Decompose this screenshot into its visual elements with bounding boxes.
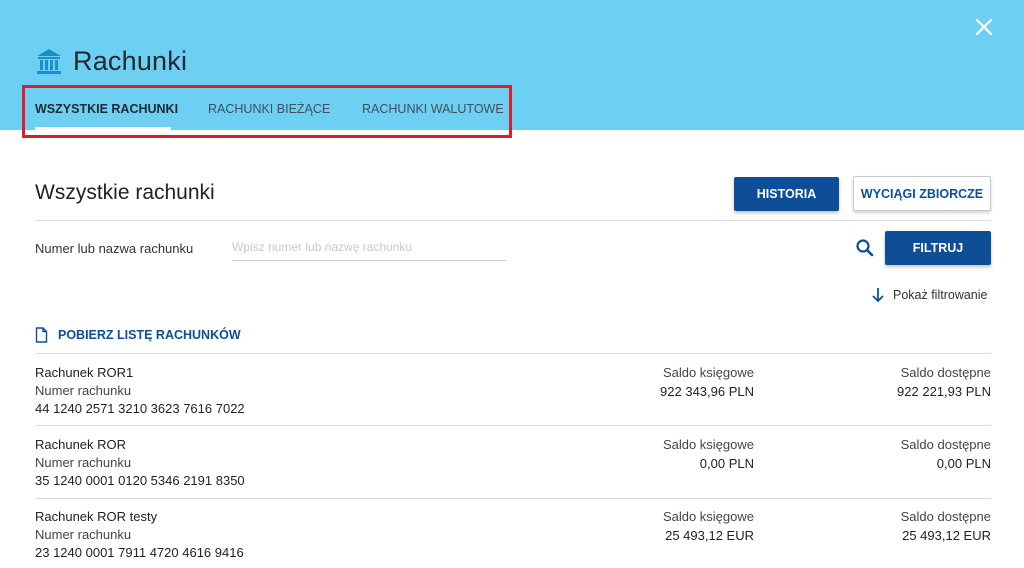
- close-button[interactable]: [971, 14, 997, 40]
- available-balance: Saldo dostępne 25 493,12 EUR: [791, 509, 991, 543]
- divider: [35, 353, 991, 354]
- available-balance: Saldo dostępne 0,00 PLN: [791, 437, 991, 471]
- available-balance-value: 25 493,12 EUR: [902, 528, 991, 543]
- bank-icon: [37, 49, 61, 74]
- show-filtering-label: Pokaż filtrowanie: [893, 288, 988, 302]
- account-row[interactable]: Rachunek ROR testy Numer rachunku 23 124…: [35, 509, 991, 568]
- book-balance: Saldo księgowe 0,00 PLN: [554, 437, 754, 471]
- account-number-label: Numer rachunku: [35, 527, 132, 542]
- statements-button[interactable]: WYCIĄGI ZBIORCZE: [853, 176, 991, 211]
- book-balance-label: Saldo księgowe: [662, 509, 754, 524]
- account-number-label: Numer rachunku: [35, 455, 132, 470]
- filter-button[interactable]: FILTRUJ: [885, 231, 991, 265]
- book-balance-value: 0,00 PLN: [699, 456, 754, 471]
- account-row[interactable]: Rachunek ROR1 Numer rachunku 44 1240 257…: [35, 365, 991, 437]
- download-list-link[interactable]: POBIERZ LISTĘ RACHUNKÓW: [35, 327, 241, 343]
- book-balance-label: Saldo księgowe: [662, 437, 754, 452]
- account-number: 35 1240 0001 0120 5346 2191 8350: [35, 473, 245, 488]
- account-number: 23 1240 0001 7911 4720 4616 9416: [35, 545, 244, 560]
- book-balance-label: Saldo księgowe: [662, 365, 754, 380]
- tab-current-accounts[interactable]: RACHUNKI BIEŻĄCE: [208, 102, 330, 116]
- available-balance-value: 922 221,93 PLN: [897, 384, 991, 399]
- book-balance: Saldo księgowe 25 493,12 EUR: [554, 509, 754, 543]
- filter-label: Numer lub nazwa rachunku: [35, 241, 194, 256]
- account-name: Rachunek ROR1: [35, 365, 134, 380]
- available-balance-label: Saldo dostępne: [900, 365, 991, 380]
- page-title: Rachunki: [35, 44, 187, 78]
- tab-currency-accounts[interactable]: RACHUNKI WALUTOWE: [362, 102, 504, 116]
- page-title-text: Rachunki: [73, 45, 188, 76]
- book-balance-value: 25 493,12 EUR: [665, 528, 754, 543]
- account-name: Rachunek ROR: [35, 437, 127, 452]
- account-number-label: Numer rachunku: [35, 383, 132, 398]
- available-balance-label: Saldo dostępne: [900, 437, 991, 452]
- book-balance-value: 922 343,96 PLN: [660, 384, 754, 399]
- book-balance: Saldo księgowe 922 343,96 PLN: [554, 365, 754, 399]
- tab-all-accounts[interactable]: WSZYSTKIE RACHUNKI: [35, 102, 178, 116]
- search-icon[interactable]: [855, 238, 875, 258]
- active-tab-indicator: [35, 127, 171, 130]
- divider: [35, 220, 991, 221]
- download-list-label: POBIERZ LISTĘ RACHUNKÓW: [58, 328, 241, 342]
- available-balance-label: Saldo dostępne: [900, 509, 991, 524]
- close-icon: [975, 18, 993, 36]
- show-filtering-link[interactable]: Pokaż filtrowanie: [871, 287, 988, 303]
- available-balance: Saldo dostępne 922 221,93 PLN: [791, 365, 991, 399]
- divider: [35, 425, 991, 426]
- section-title: Wszystkie rachunki: [35, 181, 215, 204]
- account-number: 44 1240 2571 3210 3623 7616 7022: [35, 401, 245, 416]
- document-icon: [35, 327, 48, 343]
- arrow-down-icon: [872, 288, 884, 303]
- account-name: Rachunek ROR testy: [35, 509, 158, 524]
- history-button[interactable]: HISTORIA: [734, 177, 839, 211]
- available-balance-value: 0,00 PLN: [936, 456, 991, 471]
- divider: [35, 498, 991, 499]
- account-search-input[interactable]: [232, 234, 506, 261]
